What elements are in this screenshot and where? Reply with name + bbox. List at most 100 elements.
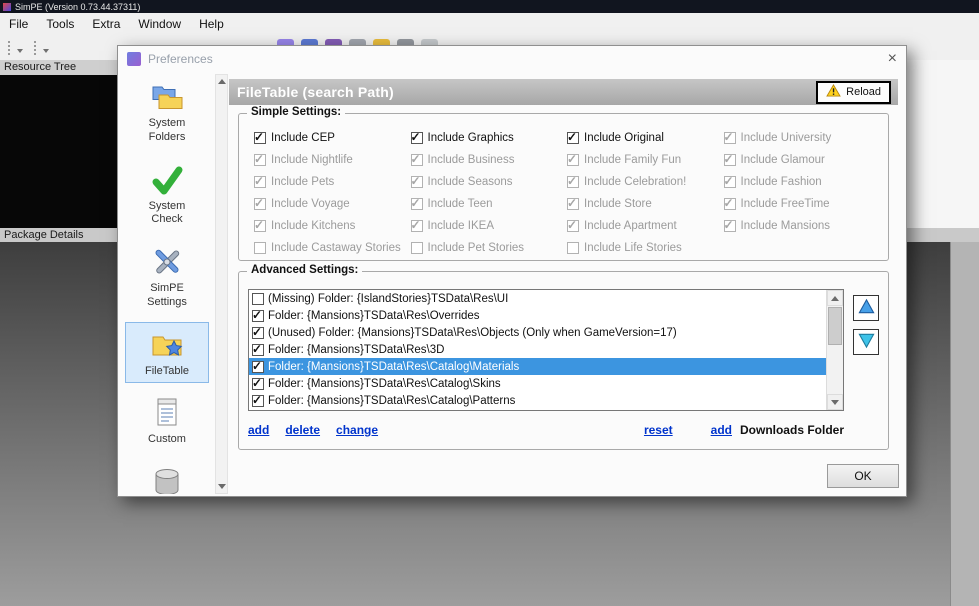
ok-button[interactable]: OK (827, 464, 899, 488)
list-item[interactable]: (Unused) Folder: {Mansions}TSData\Res\Ob… (249, 324, 826, 341)
checkbox-include-glamour[interactable]: Include Glamour (724, 149, 881, 171)
checkbox-box (567, 198, 579, 210)
list-item[interactable]: Folder: {Mansions}TSData\Res\Overrides (249, 307, 826, 324)
checkbox-include-voyage[interactable]: Include Voyage (254, 193, 411, 215)
resource-tree-label: Resource Tree (4, 61, 76, 73)
scrollbar-thumb[interactable] (828, 307, 842, 345)
checkbox-box[interactable] (252, 361, 264, 373)
list-item[interactable]: Folder: {Mansions}TSData\Res\3D (249, 341, 826, 358)
menu-item-file[interactable]: File (0, 14, 37, 34)
toolbar-dropdown-icon[interactable] (17, 49, 23, 53)
checkbox-box[interactable] (252, 378, 264, 390)
sidebar-item-filetable[interactable]: FileTable (125, 322, 209, 384)
checkbox-box (411, 220, 423, 232)
checkbox-box (724, 154, 736, 166)
checkbox-include-freetime[interactable]: Include FreeTime (724, 193, 881, 215)
checkbox-box (411, 176, 423, 188)
checkbox-label: Include Business (428, 154, 515, 166)
move-up-button[interactable] (853, 295, 879, 321)
foldertable-listbox: (Missing) Folder: {IslandStories}TSData\… (248, 289, 844, 411)
sidebar-item-database[interactable] (125, 459, 209, 494)
checkbox-box[interactable] (252, 293, 264, 305)
scroll-down-icon[interactable] (827, 394, 843, 410)
list-item[interactable]: Folder: {Mansions}TSData\Res\Catalog\Pat… (249, 392, 826, 409)
page-header: FileTable (search Path) Reload (229, 79, 898, 105)
arrow-down-icon (858, 332, 875, 352)
sidebar-item-system-folders[interactable]: System Folders (125, 74, 209, 150)
checkbox-include-cep[interactable]: Include CEP (254, 127, 411, 149)
checkbox-box (411, 198, 423, 210)
checkbox-include-business[interactable]: Include Business (411, 149, 568, 171)
checkbox-box (724, 220, 736, 232)
simple-settings-grid: Include CEP Include GraphicsInclude Origi… (239, 114, 888, 260)
dialog-titlebar[interactable]: Preferences × (118, 46, 906, 72)
checkbox-box (254, 132, 266, 144)
menu-item-extra[interactable]: Extra (83, 14, 129, 34)
sidebar-item-custom[interactable]: Custom (125, 390, 209, 452)
checkbox-include-nightlife[interactable]: Include Nightlife (254, 149, 411, 171)
app-icon (3, 3, 11, 11)
list-item-label: Folder: {Mansions}TSData\Res\Catalog\Ski… (268, 378, 501, 390)
checkbox-label: Include Mansions (741, 220, 831, 232)
checkbox-box[interactable] (252, 344, 264, 356)
checkbox-include-teen[interactable]: Include Teen (411, 193, 568, 215)
sidebar-item-system-check[interactable]: System Check (125, 157, 209, 233)
scroll-down-icon[interactable] (216, 480, 227, 493)
checkbox-include-mansions[interactable]: Include Mansions (724, 215, 881, 237)
checkbox-include-kitchens[interactable]: Include Kitchens (254, 215, 411, 237)
checkbox-include-pets[interactable]: Include Pets (254, 171, 411, 193)
sidebar-item-simpe-settings[interactable]: SimPE Settings (125, 239, 209, 315)
checkbox-include-family-fun[interactable]: Include Family Fun (567, 149, 724, 171)
checkbox-include-celebration[interactable]: Include Celebration! (567, 171, 724, 193)
close-icon[interactable]: × (888, 51, 897, 67)
link-reset[interactable]: reset (644, 423, 673, 437)
sidebar-item-label: System Check (132, 200, 202, 228)
checkbox-label: Include Nightlife (271, 154, 353, 166)
menu-item-window[interactable]: Window (129, 14, 190, 34)
sidebar-item-label: System Folders (132, 117, 202, 145)
link-add[interactable]: add (248, 423, 269, 437)
dialog-sidebar-items: System Folders System Check SimPE Settings… (120, 74, 214, 494)
system-folders-icon (150, 80, 184, 114)
menu-item-help[interactable]: Help (190, 14, 233, 34)
reload-button[interactable]: Reload (817, 82, 890, 103)
toolbar-grip[interactable] (8, 41, 12, 55)
checkbox-include-seasons[interactable]: Include Seasons (411, 171, 568, 193)
toolbar-grip[interactable] (34, 41, 38, 55)
link-add[interactable]: add (711, 423, 732, 437)
link-delete[interactable]: delete (285, 423, 320, 437)
checkbox-box[interactable] (252, 310, 264, 322)
checkbox-box (567, 242, 579, 254)
checkbox-box (254, 154, 266, 166)
list-item-label: (Missing) Folder: {IslandStories}TSData\… (268, 293, 508, 305)
checkbox-label: Include Pet Stories (428, 242, 525, 254)
checkbox-include-graphics[interactable]: Include Graphics (411, 127, 568, 149)
toolbar-dropdown-icon[interactable] (43, 49, 49, 53)
menu-item-tools[interactable]: Tools (37, 14, 83, 34)
checkbox-include-life-stories[interactable]: Include Life Stories (567, 237, 724, 259)
move-down-button[interactable] (853, 329, 879, 355)
list-item[interactable]: (Missing) Folder: {IslandStories}TSData\… (249, 290, 826, 307)
list-item[interactable]: Folder: {Mansions}TSData\Res\Catalog\Ski… (249, 375, 826, 392)
checkbox-include-castaway-stories[interactable]: Include Castaway Stories (254, 237, 411, 259)
checkbox-label: Include CEP (271, 132, 335, 144)
checkbox-include-pet-stories[interactable]: Include Pet Stories (411, 237, 568, 259)
link-change[interactable]: change (336, 423, 378, 437)
scroll-up-icon[interactable] (216, 75, 227, 88)
checkbox-box[interactable] (252, 327, 264, 339)
checkbox-include-fashion[interactable]: Include Fashion (724, 171, 881, 193)
checkbox-include-ikea[interactable]: Include IKEA (411, 215, 568, 237)
checkbox-include-apartment[interactable]: Include Apartment (567, 215, 724, 237)
dialog-icon (127, 52, 141, 66)
scroll-up-icon[interactable] (827, 290, 843, 306)
checkbox-box (254, 176, 266, 188)
checkbox-box (567, 132, 579, 144)
checkbox-include-original[interactable]: Include Original (567, 127, 724, 149)
list-item[interactable]: Folder: {Mansions}TSData\Res\Catalog\Mat… (249, 358, 826, 375)
checkbox-include-store[interactable]: Include Store (567, 193, 724, 215)
sidebar-scrollbar[interactable] (215, 74, 228, 494)
checkbox-box[interactable] (252, 395, 264, 407)
checkbox-include-university[interactable]: Include University (724, 127, 881, 149)
list-scrollbar[interactable] (826, 290, 843, 410)
checkbox-label: Include Teen (428, 198, 493, 210)
